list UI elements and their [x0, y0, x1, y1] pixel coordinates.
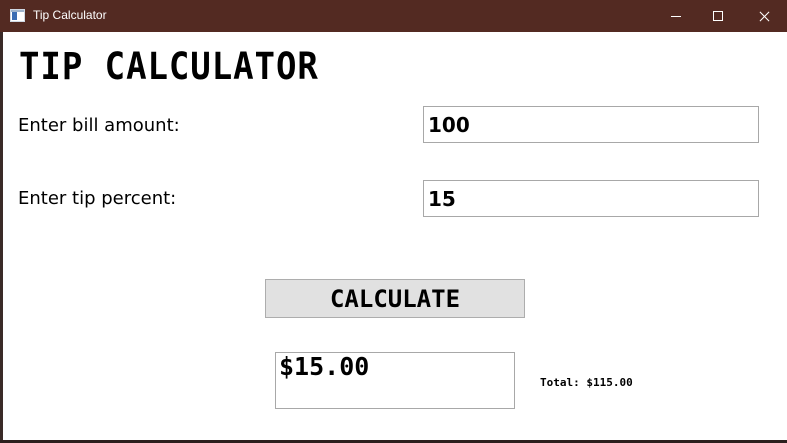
page-title: TIP CALCULATOR: [19, 45, 319, 88]
title-bar[interactable]: Tip Calculator: [0, 0, 787, 32]
close-icon[interactable]: [741, 0, 787, 32]
app-window-icon: [10, 9, 25, 22]
tip-percent-label: Enter tip percent:: [18, 188, 177, 209]
minimize-icon[interactable]: [653, 0, 699, 32]
calculate-button[interactable]: CALCULATE: [265, 279, 525, 318]
bill-amount-label: Enter bill amount:: [18, 115, 180, 136]
app-window: Tip Calculator TIP CALCULATOR Enter bill…: [0, 0, 787, 443]
bill-amount-input[interactable]: [423, 106, 759, 143]
tip-result-field[interactable]: $15.00: [275, 352, 515, 409]
maximize-icon[interactable]: [696, 0, 742, 32]
desktop-background-edge: [0, 32, 3, 443]
tip-percent-input[interactable]: [423, 180, 759, 217]
total-label: Total: $115.00: [540, 376, 633, 389]
window-title: Tip Calculator: [33, 8, 107, 22]
tip-result-value: $15.00: [279, 352, 370, 381]
